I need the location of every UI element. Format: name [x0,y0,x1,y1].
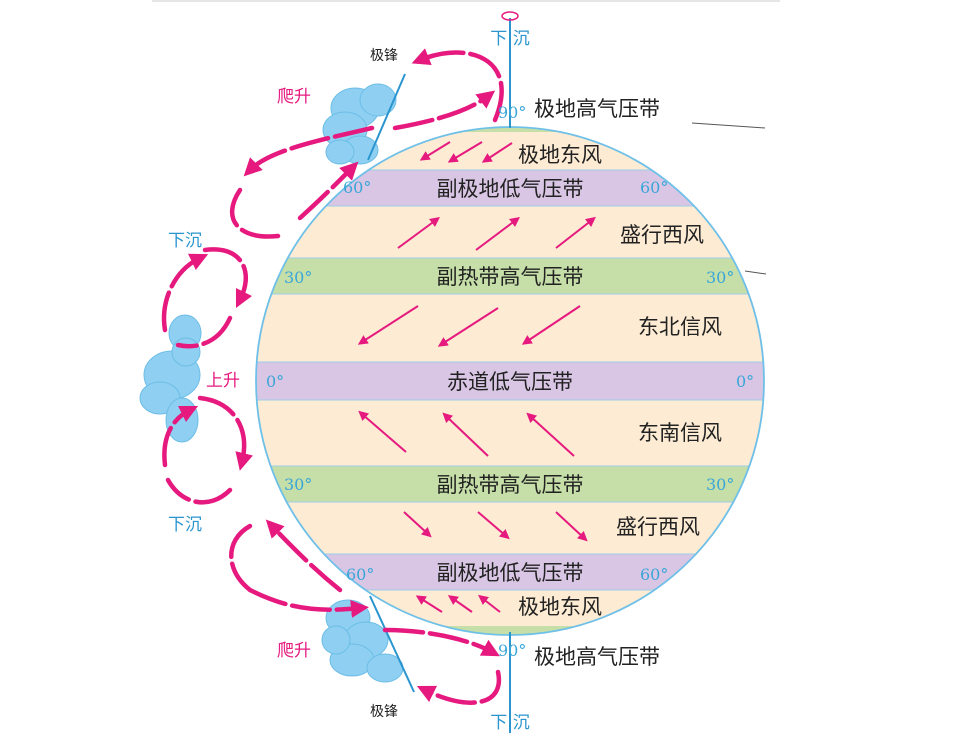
lat-60n-left: 60° [343,178,371,197]
label-south-westerlies: 盛行西风 [616,515,700,539]
label-ne-trades: 东北信风 [638,315,722,339]
label-north-sub-polar-low: 副极地低气压带 [437,177,584,201]
lat-eq-right: 0° [736,372,754,391]
south-sink-label: 下 沉 [490,713,529,733]
label-equatorial-low: 赤道低气压带 [447,370,573,394]
cloud-north-front-icon [322,83,397,165]
label-north-polar-front: 极锋 [370,48,398,64]
lat-eq-left: 0° [266,372,284,391]
lat-60s-left: 60° [346,565,374,584]
s-polar-cell-bottom [416,669,502,705]
lat-30n-left: 30° [284,268,312,287]
label-south-polar-high: 极地高气压带 [534,645,660,669]
label-south-subtropical-high: 副热带高气压带 [437,473,584,497]
s-hadley-bottom [165,477,233,505]
south-pole-degree: 90° [498,641,526,660]
cloud-equator-icon [139,314,202,443]
north-sink-label: 下 沉 [490,29,529,49]
label-north-subtropical-high: 副热带高气压带 [437,265,584,289]
n-hadley-right [202,247,253,309]
lat-60s-right: 60° [640,565,668,584]
lat-60n-right: 60° [640,178,668,197]
lat-30s-right: 30° [706,475,734,494]
label-equator-rise: 上升 [206,371,240,391]
label-north-polar-high: 极地高气压带 [534,97,660,121]
s-hadley-right [197,395,253,471]
diagram-canvas: 下 沉 下 沉 90° 90° 极地高气压带 极地东风 副极地低气压带 盛行西风… [139,0,780,733]
lat-30n-right: 30° [706,268,734,287]
pointer-line-top [691,122,766,129]
n-ferrel-left [229,187,281,239]
label-north-westerlies: 盛行西风 [620,223,704,247]
label-south-polar-front: 极锋 [370,704,398,720]
label-south-climb: 爬升 [277,641,311,661]
label-south-sub-polar-low: 副极地低气压带 [437,561,584,585]
north-pole-degree: 90° [498,103,526,122]
label-north-polar-easterlies: 极地东风 [518,143,602,167]
label-se-trades: 东南信风 [638,421,722,445]
label-north-sink: 下沉 [168,231,202,251]
s-ferrel-left [229,523,253,593]
n-polar-cell-bottom [392,90,496,131]
pointer-line-30n [744,270,767,275]
lat-30s-left: 30° [284,475,312,494]
atmospheric-circulation-diagram: 下 沉 下 沉 90° 90° 极地高气压带 极地东风 副极地低气压带 盛行西风… [0,0,972,739]
label-south-polar-easterlies: 极地东风 [518,595,602,619]
label-north-climb: 爬升 [277,87,311,107]
label-south-sink: 下沉 [168,515,202,535]
